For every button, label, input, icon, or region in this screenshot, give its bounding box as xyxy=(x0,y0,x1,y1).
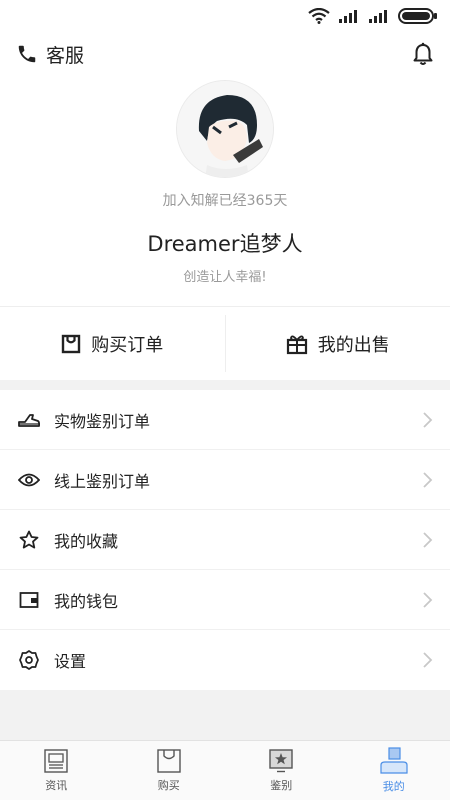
bell-icon[interactable] xyxy=(412,42,434,66)
eye-icon xyxy=(18,469,40,491)
gift-icon xyxy=(286,335,307,354)
menu-item-label: 我的收藏 xyxy=(54,531,119,551)
signal-icon xyxy=(339,10,357,23)
profile-icon xyxy=(380,747,408,774)
menu-item-label: 我的钱包 xyxy=(54,591,119,611)
menu-item-settings[interactable]: 设置 xyxy=(0,630,450,690)
wifi-icon xyxy=(308,8,330,24)
gear-icon xyxy=(18,649,40,671)
menu-item-wallet[interactable]: 我的钱包 xyxy=(0,570,450,630)
shopping-bag-icon xyxy=(157,749,181,773)
tab-label: 我的 xyxy=(382,780,405,793)
background-fill xyxy=(0,690,450,740)
order-shortcuts: 购买订单 我的出售 xyxy=(0,306,450,380)
user-motto: 创造让人幸福! xyxy=(183,270,267,285)
status-bar xyxy=(0,0,450,32)
menu-item-online-appraisal-orders[interactable]: 线上鉴别订单 xyxy=(0,450,450,510)
bag-icon xyxy=(62,334,81,353)
tab-label: 资讯 xyxy=(45,779,68,792)
avatar[interactable] xyxy=(176,80,274,178)
news-icon xyxy=(44,749,68,773)
chevron-right-icon xyxy=(423,531,433,548)
section-separator xyxy=(0,380,450,390)
chevron-right-icon xyxy=(423,471,433,488)
sneaker-icon xyxy=(18,409,40,431)
chevron-right-icon xyxy=(423,652,433,668)
chevron-right-icon xyxy=(423,591,433,608)
username: Dreamer追梦人 xyxy=(147,232,303,256)
battery-icon xyxy=(398,8,437,24)
star-icon xyxy=(18,529,40,551)
tab-appraisal[interactable]: 鉴别 xyxy=(225,741,338,800)
menu-item-label: 实物鉴别订单 xyxy=(54,411,151,431)
purchase-orders-button[interactable]: 购买订单 xyxy=(0,307,225,380)
tab-buy[interactable]: 购买 xyxy=(113,741,226,800)
bottom-tab-bar: 资讯 购买 鉴别 我的 xyxy=(0,740,450,800)
my-sales-label: 我的出售 xyxy=(317,334,390,356)
avatar-illustration xyxy=(177,81,273,177)
tab-mine[interactable]: 我的 xyxy=(338,741,450,800)
top-bar: 客服 xyxy=(0,32,450,76)
tab-label: 购买 xyxy=(157,779,180,792)
appraisal-icon xyxy=(269,749,293,773)
joined-days-text: 加入知解已经365天 xyxy=(162,193,288,209)
tab-news[interactable]: 资讯 xyxy=(0,741,113,800)
customer-service-label: 客服 xyxy=(46,44,85,67)
menu-item-physical-appraisal-orders[interactable]: 实物鉴别订单 xyxy=(0,390,450,450)
purchase-orders-label: 购买订单 xyxy=(91,334,164,356)
menu-list: 实物鉴别订单 线上鉴别订单 我的收藏 我的钱包 设置 xyxy=(0,390,450,690)
my-sales-button[interactable]: 我的出售 xyxy=(226,307,450,380)
customer-service-button[interactable]: 客服 xyxy=(16,41,84,68)
menu-item-label: 线上鉴别订单 xyxy=(54,471,151,491)
profile-section: 加入知解已经365天 Dreamer追梦人 创造让人幸福! xyxy=(0,76,450,285)
wallet-icon xyxy=(18,589,40,611)
chevron-right-icon xyxy=(423,411,433,428)
menu-item-favorites[interactable]: 我的收藏 xyxy=(0,510,450,570)
menu-item-label: 设置 xyxy=(54,652,87,671)
tab-label: 鉴别 xyxy=(270,779,293,792)
signal-icon xyxy=(369,10,387,23)
phone-icon xyxy=(18,45,36,63)
